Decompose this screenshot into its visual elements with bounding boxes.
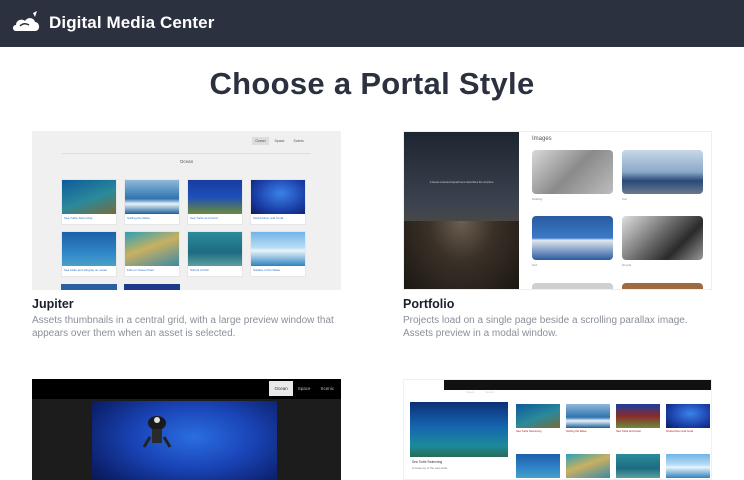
- preview-tile: [124, 284, 180, 290]
- preview-tab: Ocean: [269, 381, 293, 396]
- parallax-hero-image: A lesser-traveled department describes t…: [404, 132, 519, 289]
- preview-tile: Sea Turtle and Coral: [187, 179, 243, 225]
- grid-thumb-image: [516, 454, 560, 478]
- preview-tile: School of Fish: [187, 231, 243, 277]
- grid-thumb-image: [616, 404, 660, 428]
- preview-tile-caption: Sea Turtle and Coral: [190, 216, 218, 220]
- preview-tile-caption: Sea turtle and stingray on ocean: [64, 268, 108, 272]
- featured-sea-turtle-image: [410, 402, 508, 457]
- page-title: Choose a Portal Style: [209, 66, 535, 101]
- image-caption: bicycle: [622, 263, 632, 267]
- preview-nav-item: Ocean: [252, 137, 269, 145]
- diver-figure: [142, 416, 172, 448]
- preview-nav-item: Ocean: [447, 390, 456, 394]
- partial-image: [622, 283, 703, 289]
- preview-tile: Fish on Ocean Floor: [124, 231, 180, 277]
- preview-tile-caption: Surfing the Wave: [127, 216, 150, 220]
- grid-thumb-caption: Sea Turtle Swimming: [516, 430, 542, 433]
- preview-tile-caption: Sea Turtle Swimming: [64, 216, 93, 220]
- grid-thumb-caption: Sea Turtle and Coral: [616, 430, 641, 433]
- preview-tile-caption: Fish on Ocean Floor: [127, 268, 155, 272]
- grid-thumb-image: [516, 404, 560, 428]
- school-of-fish-image: [188, 232, 242, 266]
- portal-style-description: Projects load on a single page beside a …: [403, 315, 688, 339]
- preview-tile: Sea turtle and stingray on ocean: [61, 231, 117, 277]
- preview-tile: Sea Turtle Swimming: [61, 179, 117, 225]
- grid-thumb-caption: Scuba Diver and Coral: [666, 430, 694, 433]
- wave-image: [125, 180, 179, 214]
- grid-thumb-image: [666, 454, 710, 478]
- light-preview-thumbnail[interactable]: Ocean Space Scenic Sea Turtle Swimming A…: [403, 379, 712, 480]
- preview-nav-item: Space: [271, 137, 288, 145]
- portal-style-name[interactable]: Portfolio: [403, 297, 454, 311]
- water-surface-image: [251, 232, 305, 266]
- grid-thumb-caption: Surfing the Wave: [566, 430, 587, 433]
- turtle-coral-image: [188, 180, 242, 214]
- portal-style-description: Assets thumbnails in a central grid, wit…: [32, 315, 334, 339]
- image-caption: building: [532, 197, 543, 201]
- grid-thumb-image: [616, 454, 660, 478]
- building-image: [532, 150, 613, 194]
- sea-turtle-image: [62, 180, 116, 214]
- preview-tile-image: [61, 284, 117, 290]
- preview-title: Ocean: [179, 159, 194, 164]
- brand-name: Digital Media Center: [49, 13, 215, 32]
- preview-nav-item: Scenic: [485, 390, 495, 394]
- preview-nav: Ocean Space Scenic: [252, 137, 307, 145]
- grid-thumb-image: [666, 404, 710, 428]
- featured-subcaption: A close up of the sea turtle: [412, 466, 448, 470]
- preview-tile: Surface of the Water: [250, 231, 306, 277]
- portfolio-preview-thumbnail[interactable]: A lesser-traveled department describes t…: [403, 131, 712, 290]
- preview-tile: Scuba Diver and Coral: [250, 179, 306, 225]
- preview-tile-caption: Surface of the Water: [253, 268, 281, 272]
- preview-tab: Space: [297, 386, 311, 391]
- preview-tile-caption: Scuba Diver and Coral: [253, 216, 284, 220]
- car-image: [622, 150, 703, 194]
- ocean-floor-fish-image: [125, 232, 179, 266]
- grid-thumb-image: [566, 404, 610, 428]
- jupiter-preview-thumbnail[interactable]: Ocean Space Scenic Ocean Sea Turtle Swim…: [32, 131, 341, 290]
- preview-nav-item: Space: [466, 390, 475, 394]
- brand-home-link[interactable]: Digital Media Center: [11, 10, 214, 36]
- portal-style-name[interactable]: Jupiter: [32, 297, 74, 311]
- preview-tab: Scenic: [320, 386, 334, 391]
- scuba-diver-preview-image: [92, 401, 277, 480]
- image-caption: Car: [622, 197, 627, 201]
- scuba-diver-image: [251, 180, 305, 214]
- preview-nav-item: Scenic: [290, 137, 307, 145]
- cloud-logo-icon: [13, 11, 40, 31]
- preview-tile-caption: School of Fish: [190, 268, 210, 272]
- stingray-image: [62, 232, 116, 266]
- preview-tile: [61, 284, 117, 290]
- featured-caption: Sea Turtle Swimming: [412, 460, 443, 464]
- hero-landscape: [404, 221, 519, 289]
- grid-thumb-image: [566, 454, 610, 478]
- hero-text: A lesser-traveled department describes t…: [429, 180, 494, 184]
- preview-tile: Surfing the Wave: [124, 179, 180, 225]
- preview-tabs: Ocean Space Scenic: [269, 381, 339, 396]
- image-caption: bird: [532, 263, 538, 267]
- preview-divider: [62, 153, 311, 154]
- partial-image: [532, 283, 613, 289]
- dark-preview-thumbnail[interactable]: Ocean Space Scenic: [32, 379, 341, 480]
- bird-image: [532, 216, 613, 260]
- preview-nav-bar: Ocean Space Scenic: [444, 380, 711, 394]
- preview-section-title: Images: [532, 136, 552, 142]
- top-header-bar: Digital Media Center: [0, 0, 744, 47]
- preview-tile-image: [124, 284, 180, 290]
- bicycle-image: [622, 216, 703, 260]
